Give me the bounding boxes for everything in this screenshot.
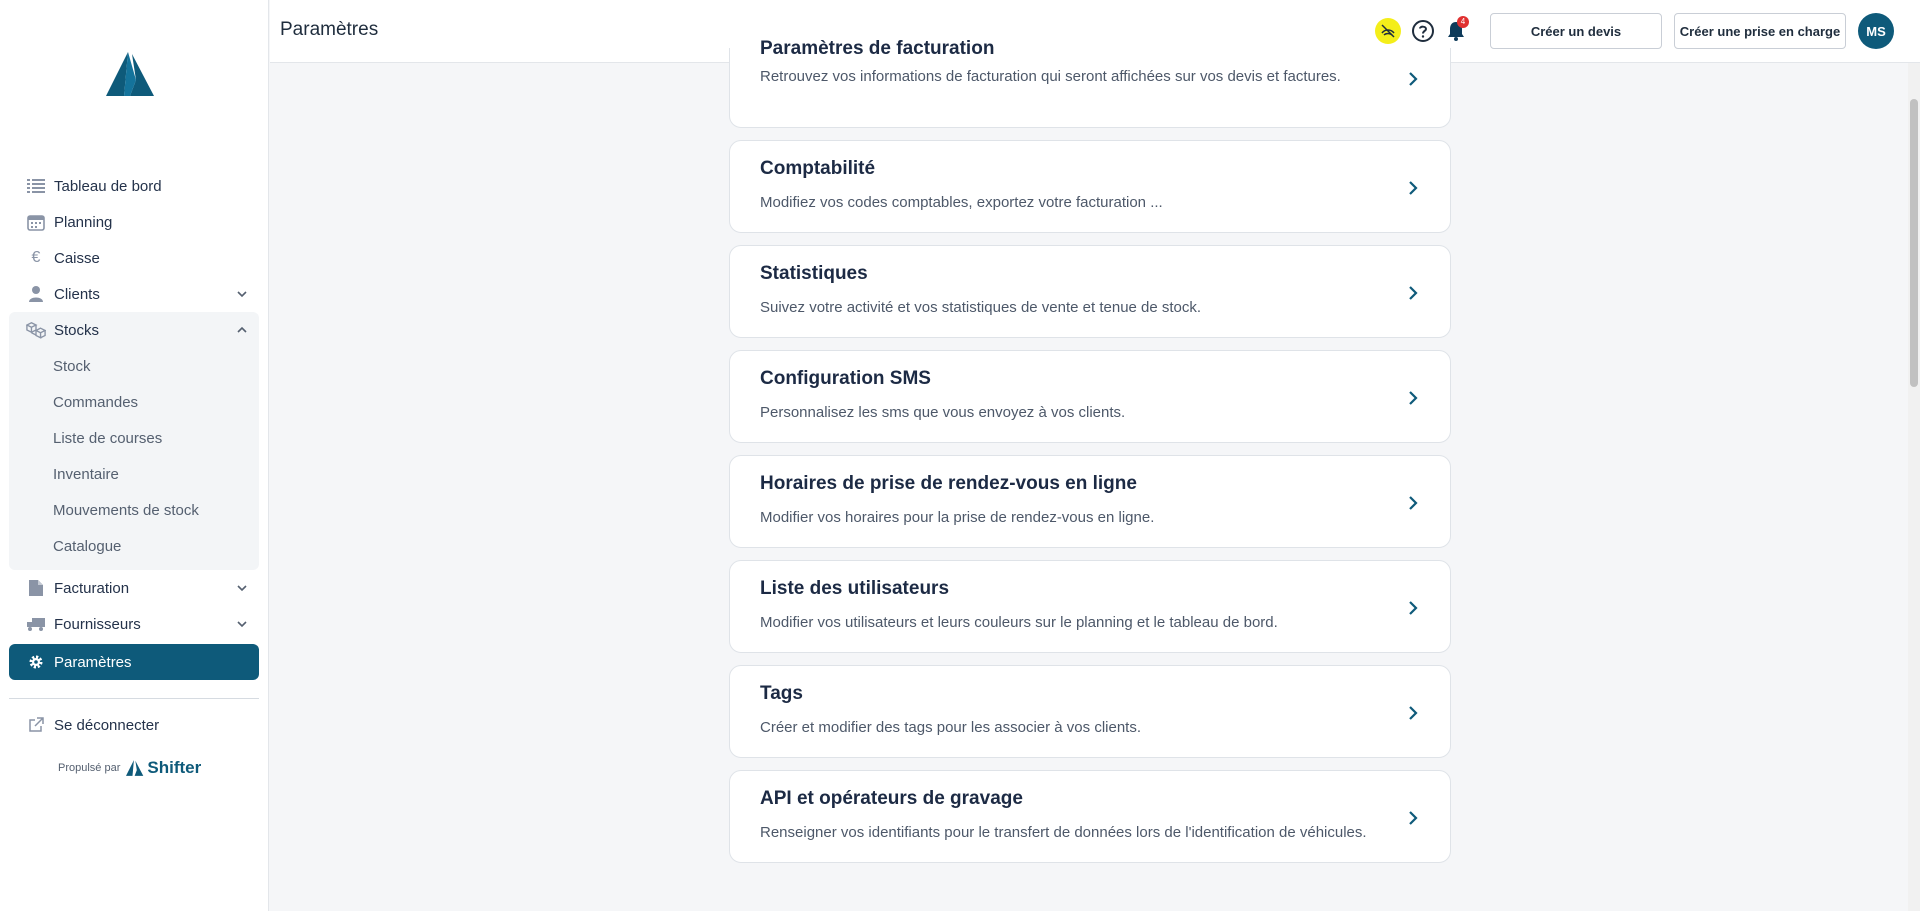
card-title: Paramètres de facturation: [760, 39, 995, 55]
card-title: Horaires de prise de rendez-vous en lign…: [760, 473, 1137, 494]
card-description: Créer et modifier des tags pour les asso…: [760, 719, 1141, 736]
stocks-group: Stocks Stock Commandes Liste de courses …: [9, 312, 259, 570]
sidebar-subitem-mouvements-de-stock[interactable]: Mouvements de stock: [9, 492, 259, 528]
notifications-bell-icon[interactable]: 4: [1443, 16, 1469, 44]
settings-card-utilisateurs[interactable]: Liste des utilisateurs Modifier vos util…: [729, 560, 1451, 653]
shifter-brand-name: Shifter: [147, 758, 202, 777]
boxes-icon: [26, 320, 46, 340]
chevron-right-icon: [1409, 286, 1418, 300]
chevron-right-icon: [1409, 391, 1418, 405]
sidebar-item-dashboard[interactable]: Tableau de bord: [9, 168, 259, 204]
calendar-icon: [26, 212, 46, 232]
card-title: API et opérateurs de gravage: [760, 788, 1023, 809]
chevron-right-icon: [1409, 72, 1418, 86]
sidebar-item-caisse[interactable]: € Caisse: [9, 240, 259, 276]
sidebar-item-label: Paramètres: [54, 653, 132, 671]
logout-button[interactable]: Se déconnecter: [9, 707, 259, 743]
settings-card-api-gravage[interactable]: API et opérateurs de gravage Renseigner …: [729, 770, 1451, 863]
shifter-logo-icon: [126, 760, 144, 776]
card-description: Renseigner vos identifiants pour le tran…: [760, 824, 1367, 841]
truck-icon: [26, 614, 46, 634]
list-icon: [26, 176, 46, 196]
sidebar-item-fournisseurs[interactable]: Fournisseurs: [9, 606, 259, 642]
create-intake-button[interactable]: Créer une prise en charge: [1674, 13, 1846, 49]
settings-card-comptabilite[interactable]: Comptabilité Modifiez vos codes comptabl…: [729, 140, 1451, 233]
chevron-down-icon[interactable]: [235, 581, 249, 595]
avatar[interactable]: MS: [1858, 13, 1894, 49]
chevron-right-icon: [1409, 811, 1418, 825]
sidebar-item-label: Planning: [54, 213, 113, 231]
settings-card-configuration-sms[interactable]: Configuration SMS Personnalisez les sms …: [729, 350, 1451, 443]
chevron-right-icon: [1409, 601, 1418, 615]
settings-card-statistiques[interactable]: Statistiques Suivez votre activité et vo…: [729, 245, 1451, 338]
sidebar-item-label: Caisse: [54, 249, 100, 267]
chevron-right-icon: [1409, 706, 1418, 720]
logout-label: Se déconnecter: [54, 716, 160, 734]
notification-count-badge: 4: [1457, 16, 1469, 28]
card-title: Comptabilité: [760, 158, 876, 179]
create-quote-button[interactable]: Créer un devis: [1490, 13, 1662, 49]
scrollbar-thumb[interactable]: [1910, 99, 1918, 387]
card-title: Tags: [760, 683, 803, 704]
sidebar-subitem-catalogue[interactable]: Catalogue: [9, 528, 259, 564]
card-title: Configuration SMS: [760, 368, 931, 389]
sidebar-item-label: Clients: [54, 285, 100, 303]
page-title: Paramètres: [280, 19, 379, 40]
card-title: Statistiques: [760, 263, 868, 284]
sidebar-item-clients[interactable]: Clients: [9, 276, 259, 312]
sidebar-subitem-commandes[interactable]: Commandes: [9, 384, 259, 420]
powered-by: Propulsé par Shifter: [58, 758, 201, 778]
settings-card-facturation[interactable]: Paramètres de facturation Retrouvez vos …: [729, 39, 1451, 128]
shifter-brand: Shifter: [126, 758, 201, 778]
document-icon: [26, 578, 46, 598]
chevron-down-icon[interactable]: [235, 617, 249, 631]
card-description: Modifier vos utilisateurs et leurs coule…: [760, 614, 1278, 631]
app-logo[interactable]: [106, 50, 156, 98]
sidebar-item-parametres[interactable]: Paramètres: [9, 644, 259, 680]
sidebar-item-label: Stocks: [54, 321, 100, 339]
chevron-right-icon: [1409, 181, 1418, 195]
settings-card-horaires-rdv[interactable]: Horaires de prise de rendez-vous en lign…: [729, 455, 1451, 548]
gear-icon: [26, 652, 46, 672]
euro-icon: €: [31, 249, 41, 266]
card-description: Personnalisez les sms que vous envoyez à…: [760, 404, 1126, 421]
card-title: Liste des utilisateurs: [760, 578, 950, 599]
sidebar-subitem-inventaire[interactable]: Inventaire: [9, 456, 259, 492]
sidebar-nav: Tableau de bord Planning € Caisse Client…: [9, 168, 259, 743]
card-description: Suivez votre activité et vos statistique…: [760, 299, 1202, 316]
powered-by-label: Propulsé par: [58, 762, 121, 774]
settings-card-tags[interactable]: Tags Créer et modifier des tags pour les…: [729, 665, 1451, 758]
sidebar: Tableau de bord Planning € Caisse Client…: [0, 0, 269, 911]
card-description: Retrouvez vos informations de facturatio…: [760, 68, 1341, 85]
user-icon: [26, 284, 46, 304]
sidebar-subitem-stock[interactable]: Stock: [9, 348, 259, 384]
sidebar-item-label: Facturation: [54, 579, 130, 597]
sidebar-subitem-liste-de-courses[interactable]: Liste de courses: [9, 420, 259, 456]
sidebar-item-label: Fournisseurs: [54, 615, 141, 633]
sidebar-divider: [9, 698, 259, 699]
sidebar-item-stocks[interactable]: Stocks: [9, 312, 259, 348]
chevron-up-icon[interactable]: [235, 323, 249, 337]
sidebar-item-facturation[interactable]: Facturation: [9, 570, 259, 606]
external-link-icon: [26, 715, 46, 735]
card-description: Modifiez vos codes comptables, exportez …: [760, 194, 1163, 211]
card-description: Modifier vos horaires pour la prise de r…: [760, 509, 1155, 526]
chevron-right-icon: [1409, 496, 1418, 510]
settings-list: Paramètres de facturation Retrouvez vos …: [729, 39, 1451, 875]
sidebar-item-planning[interactable]: Planning: [9, 204, 259, 240]
page-scrollbar[interactable]: [1908, 63, 1920, 911]
chevron-down-icon[interactable]: [235, 287, 249, 301]
sidebar-item-label: Tableau de bord: [54, 177, 162, 195]
